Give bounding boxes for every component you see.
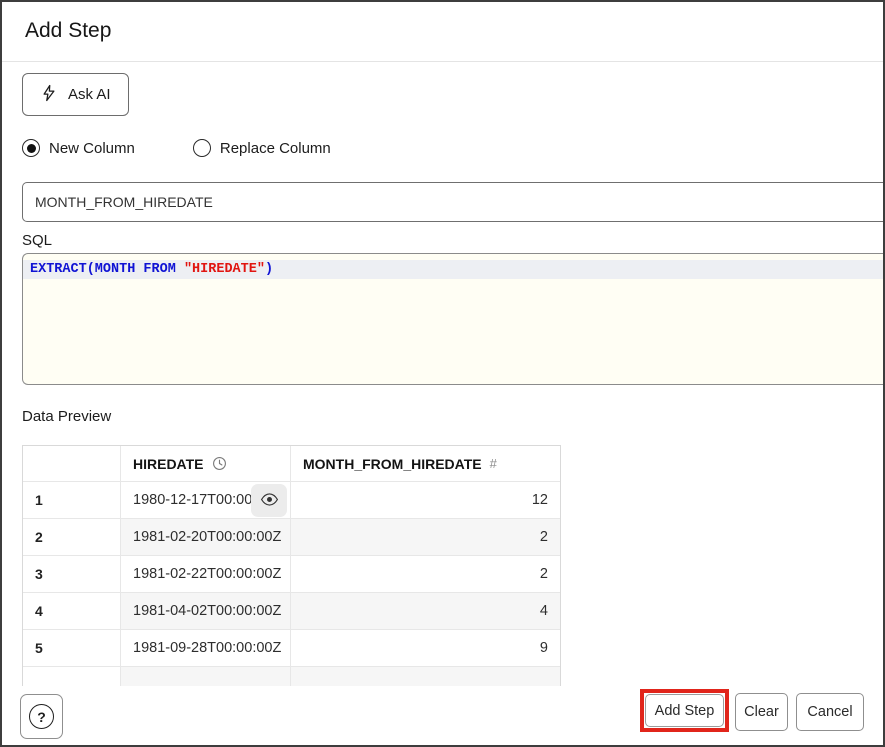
- row-number: 3: [35, 566, 43, 582]
- header-cell-rownum: [23, 446, 120, 481]
- number-hash-icon: #: [490, 456, 497, 471]
- table-row: 2 1981-02-20T00:00:00Z 2: [23, 519, 560, 556]
- hiredate-cell: 1981-04-02T00:00:00Z: [120, 593, 290, 629]
- month-value: 9: [540, 640, 548, 656]
- row-number: 4: [35, 603, 43, 619]
- month-from-hiredate-cell: 2: [290, 519, 560, 555]
- question-mark-icon: ?: [29, 704, 54, 729]
- row-number-cell: 4: [23, 593, 120, 629]
- add-step-dialog: Add Step Ask AI New Column Replace Colum…: [0, 0, 885, 747]
- sql-token: "HIREDATE": [184, 262, 265, 277]
- month-value: 4: [540, 603, 548, 619]
- radio-circle-icon: [22, 139, 40, 157]
- hiredate-cell: 1981-02-22T00:00:00Z: [120, 556, 290, 592]
- preview-table-header: HIREDATE MONTH_FROM_HIREDATE #: [23, 446, 560, 482]
- eye-icon: [260, 490, 279, 512]
- sql-label: SQL: [22, 232, 52, 249]
- clock-icon: [212, 456, 227, 471]
- sql-token: ): [265, 262, 273, 277]
- table-row: 4 1981-04-02T00:00:00Z 4: [23, 593, 560, 630]
- table-row: [23, 667, 560, 686]
- header-cell-month-from-hiredate[interactable]: MONTH_FROM_HIREDATE #: [290, 446, 560, 481]
- sql-code-line: EXTRACT(MONTH FROM "HIREDATE"): [30, 262, 273, 277]
- column-header-label: HIREDATE: [133, 456, 204, 472]
- preview-table: HIREDATE MONTH_FROM_HIREDATE # 1 1980-12-…: [22, 445, 561, 686]
- month-from-hiredate-cell: [290, 667, 560, 686]
- table-row: 5 1981-09-28T00:00:00Z 9: [23, 630, 560, 667]
- month-value: 2: [540, 566, 548, 582]
- hiredate-cell: 1980-12-17T00:00:00Z: [120, 482, 290, 518]
- radio-new-column[interactable]: New Column: [22, 139, 135, 157]
- month-from-hiredate-cell: 9: [290, 630, 560, 666]
- hiredate-value: 1981-04-02T00:00:00Z: [133, 603, 281, 619]
- radio-label: New Column: [49, 140, 135, 157]
- add-step-highlight-annotation: Add Step: [640, 689, 729, 732]
- help-button[interactable]: ?: [20, 694, 63, 739]
- radio-replace-column[interactable]: Replace Column: [193, 139, 331, 157]
- sql-code-editor[interactable]: EXTRACT(MONTH FROM "HIREDATE"): [22, 253, 883, 385]
- data-preview-label: Data Preview: [22, 408, 111, 425]
- hiredate-value: 1981-09-28T00:00:00Z: [133, 640, 281, 656]
- hiredate-value: 1981-02-22T00:00:00Z: [133, 566, 281, 582]
- hiredate-cell: [120, 667, 290, 686]
- month-from-hiredate-cell: 4: [290, 593, 560, 629]
- preview-table-body: 1 1980-12-17T00:00:00Z 12 2 1981-02-20T00:00…: [23, 482, 560, 686]
- ask-ai-label: Ask AI: [68, 86, 111, 103]
- row-number: 2: [35, 529, 43, 545]
- cancel-button[interactable]: Cancel: [796, 693, 864, 731]
- row-number: 1: [35, 492, 43, 508]
- table-row: 3 1981-02-22T00:00:00Z 2: [23, 556, 560, 593]
- ask-ai-button[interactable]: Ask AI: [22, 73, 129, 116]
- title-divider: [2, 61, 883, 62]
- add-step-button[interactable]: Add Step: [645, 694, 724, 727]
- hiredate-value: 1981-02-20T00:00:00Z: [133, 529, 281, 545]
- column-header-label: MONTH_FROM_HIREDATE: [303, 456, 482, 472]
- clear-button[interactable]: Clear: [735, 693, 788, 731]
- row-number-cell: 5: [23, 630, 120, 666]
- header-cell-hiredate[interactable]: HIREDATE: [120, 446, 290, 481]
- row-number-cell: [23, 667, 120, 686]
- row-number-cell: 3: [23, 556, 120, 592]
- hiredate-cell: 1981-09-28T00:00:00Z: [120, 630, 290, 666]
- row-number-cell: 1: [23, 482, 120, 518]
- page-title: Add Step: [25, 19, 111, 43]
- eye-preview-button[interactable]: [251, 484, 287, 517]
- column-mode-group: New Column Replace Column: [22, 137, 331, 159]
- month-from-hiredate-cell: 12: [290, 482, 560, 518]
- month-from-hiredate-cell: 2: [290, 556, 560, 592]
- lightning-bolt-icon: [40, 84, 58, 106]
- radio-circle-icon: [193, 139, 211, 157]
- radio-label: Replace Column: [220, 140, 331, 157]
- sql-token: EXTRACT(MONTH FROM: [30, 262, 184, 277]
- row-number: 5: [35, 640, 43, 656]
- column-name-input[interactable]: [22, 182, 883, 222]
- row-number-cell: 2: [23, 519, 120, 555]
- table-row: 1 1980-12-17T00:00:00Z 12: [23, 482, 560, 519]
- month-value: 12: [532, 492, 548, 508]
- month-value: 2: [540, 529, 548, 545]
- hiredate-cell: 1981-02-20T00:00:00Z: [120, 519, 290, 555]
